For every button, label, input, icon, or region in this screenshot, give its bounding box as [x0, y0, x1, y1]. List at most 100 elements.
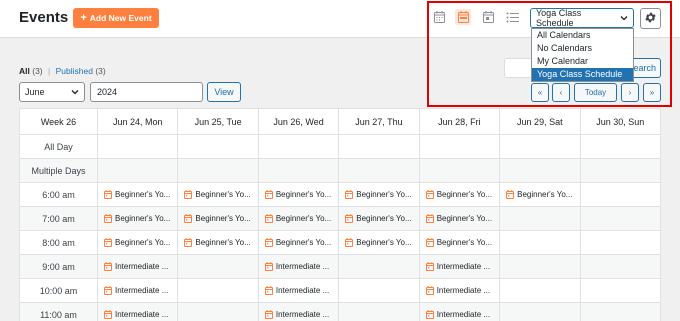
day-cell[interactable]: Beginner's Yo...: [418, 230, 501, 255]
event-item[interactable]: Intermediate ...: [104, 286, 171, 295]
event-item[interactable]: Beginner's Yo...: [184, 238, 251, 247]
day-cell[interactable]: [579, 206, 662, 231]
event-item[interactable]: Beginner's Yo...: [425, 238, 493, 247]
day-cell[interactable]: [499, 158, 581, 183]
day-cell[interactable]: Beginner's Yo...: [499, 182, 581, 207]
day-cell[interactable]: Intermediate ...: [257, 302, 340, 321]
day-cell[interactable]: Intermediate ...: [257, 254, 340, 279]
month-view-icon[interactable]: [431, 9, 447, 25]
add-new-event-button[interactable]: + Add New Event: [73, 8, 159, 28]
day-cell[interactable]: [177, 278, 259, 303]
week-view-icon[interactable]: [455, 9, 471, 25]
calendar-option-selected[interactable]: Yoga Class Schedule: [532, 68, 633, 81]
event-item[interactable]: Beginner's Yo...: [264, 214, 332, 223]
next-page-button[interactable]: ›: [621, 83, 639, 102]
event-item[interactable]: Beginner's Yo...: [425, 214, 493, 223]
day-cell[interactable]: [338, 302, 420, 321]
day-cell[interactable]: Beginner's Yo...: [96, 182, 179, 207]
day-cell[interactable]: Beginner's Yo...: [96, 230, 179, 255]
event-item[interactable]: Beginner's Yo...: [104, 238, 171, 247]
day-cell[interactable]: Beginner's Yo...: [418, 182, 501, 207]
event-item[interactable]: Beginner's Yo...: [264, 238, 332, 247]
first-page-button[interactable]: «: [531, 83, 549, 102]
day-cell[interactable]: Beginner's Yo...: [257, 230, 340, 255]
event-item[interactable]: Beginner's Yo...: [264, 190, 332, 199]
day-cell[interactable]: Beginner's Yo...: [177, 206, 259, 231]
day-cell[interactable]: Beginner's Yo...: [338, 230, 420, 255]
day-cell[interactable]: Beginner's Yo...: [338, 206, 420, 231]
day-cell[interactable]: [96, 134, 179, 159]
day-cell[interactable]: [499, 302, 581, 321]
filter-all-label[interactable]: All: [19, 66, 30, 76]
calendar-select[interactable]: Yoga Class Schedule: [530, 8, 634, 28]
day-cell[interactable]: [177, 134, 259, 159]
day-cell[interactable]: Beginner's Yo...: [177, 230, 259, 255]
calendar-option[interactable]: All Calendars: [532, 29, 633, 42]
event-item[interactable]: Intermediate ...: [425, 262, 493, 271]
day-cell[interactable]: [579, 230, 662, 255]
event-item[interactable]: Beginner's Yo...: [184, 214, 251, 223]
day-cell[interactable]: Intermediate ...: [257, 278, 340, 303]
event-item[interactable]: Intermediate ...: [264, 262, 332, 271]
day-cell[interactable]: Beginner's Yo...: [257, 182, 340, 207]
event-item[interactable]: Intermediate ...: [104, 262, 171, 271]
day-cell[interactable]: Intermediate ...: [418, 278, 501, 303]
day-cell[interactable]: Intermediate ...: [96, 278, 179, 303]
day-cell[interactable]: [96, 158, 179, 183]
calendar-option[interactable]: No Calendars: [532, 42, 633, 55]
view-button[interactable]: View: [207, 82, 241, 102]
month-select[interactable]: June: [19, 82, 85, 102]
calendar-option[interactable]: My Calendar: [532, 55, 633, 68]
day-cell[interactable]: Intermediate ...: [96, 254, 179, 279]
event-item[interactable]: Beginner's Yo...: [345, 214, 412, 223]
event-item[interactable]: Intermediate ...: [425, 286, 493, 295]
day-cell[interactable]: Beginner's Yo...: [96, 206, 179, 231]
event-item[interactable]: Intermediate ...: [104, 310, 171, 319]
event-item[interactable]: Beginner's Yo...: [345, 190, 412, 199]
day-cell[interactable]: [177, 158, 259, 183]
list-view-icon[interactable]: [504, 9, 520, 25]
event-item[interactable]: Beginner's Yo...: [425, 190, 493, 199]
event-item[interactable]: Beginner's Yo...: [184, 190, 251, 199]
year-input[interactable]: 2024: [90, 82, 203, 102]
day-cell[interactable]: [579, 302, 662, 321]
day-cell[interactable]: [579, 278, 662, 303]
day-view-icon[interactable]: [480, 9, 496, 25]
day-cell[interactable]: [579, 254, 662, 279]
day-cell[interactable]: [579, 182, 662, 207]
previous-page-button[interactable]: ‹: [552, 83, 570, 102]
event-item[interactable]: Beginner's Yo...: [104, 190, 171, 199]
event-item[interactable]: Beginner's Yo...: [345, 238, 412, 247]
day-cell[interactable]: [499, 206, 581, 231]
event-item[interactable]: Intermediate ...: [264, 310, 332, 319]
today-button[interactable]: Today: [574, 83, 617, 102]
day-cell[interactable]: Intermediate ...: [418, 254, 501, 279]
day-cell[interactable]: [338, 254, 420, 279]
day-cell[interactable]: [499, 230, 581, 255]
day-cell[interactable]: Beginner's Yo...: [418, 206, 501, 231]
day-cell[interactable]: [338, 158, 420, 183]
settings-button[interactable]: [640, 8, 661, 29]
day-cell[interactable]: Beginner's Yo...: [257, 206, 340, 231]
day-cell[interactable]: [257, 134, 340, 159]
day-cell[interactable]: [418, 134, 501, 159]
day-cell[interactable]: [338, 134, 420, 159]
day-cell[interactable]: [338, 278, 420, 303]
day-cell[interactable]: Beginner's Yo...: [177, 182, 259, 207]
day-cell[interactable]: [257, 158, 340, 183]
last-page-button[interactable]: »: [643, 83, 661, 102]
day-cell[interactable]: [418, 158, 501, 183]
day-cell[interactable]: [579, 134, 662, 159]
day-cell[interactable]: [499, 134, 581, 159]
day-cell[interactable]: [499, 278, 581, 303]
event-item[interactable]: Intermediate ...: [425, 310, 493, 319]
day-cell[interactable]: [499, 254, 581, 279]
day-cell[interactable]: [579, 158, 662, 183]
day-cell[interactable]: [177, 254, 259, 279]
event-item[interactable]: Intermediate ...: [264, 286, 332, 295]
day-cell[interactable]: Intermediate ...: [96, 302, 179, 321]
event-item[interactable]: Beginner's Yo...: [104, 214, 171, 223]
day-cell[interactable]: Beginner's Yo...: [338, 182, 420, 207]
event-item[interactable]: Beginner's Yo...: [506, 190, 573, 199]
filter-published-link[interactable]: Published: [56, 66, 93, 76]
